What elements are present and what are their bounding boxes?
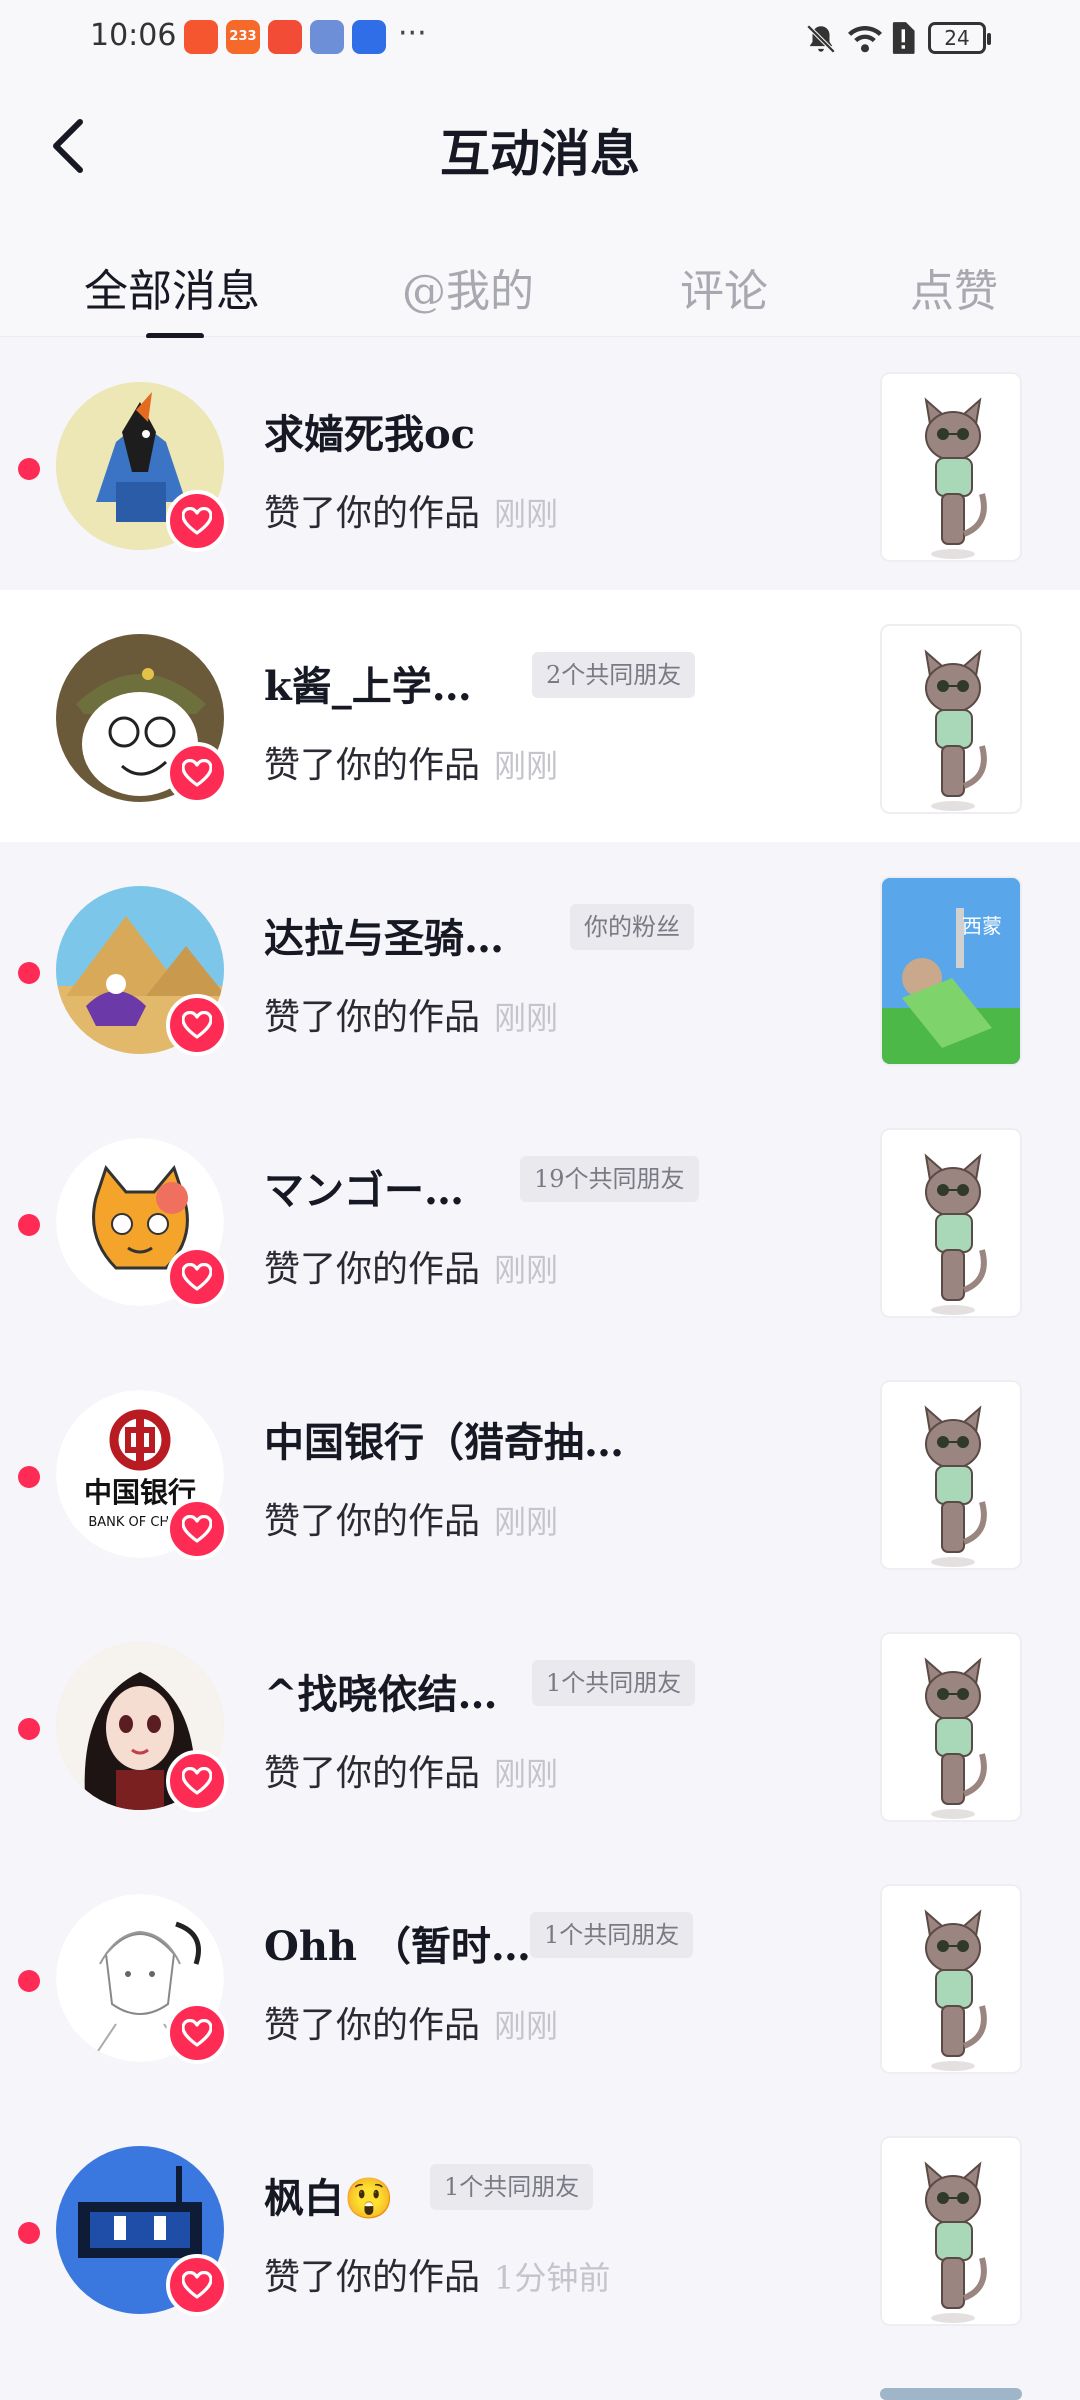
post-thumbnail[interactable]: 西蒙 [880,876,1022,1066]
notification-row[interactable]: 求嫱死我oc 赞了你的作品 刚刚 [0,338,1080,590]
timestamp: 1分钟前 [494,2259,611,2297]
action-text: 赞了你的作品 刚刚 [264,493,559,534]
heart-icon [182,507,212,535]
like-badge [166,490,228,552]
timestamp: 刚刚 [494,495,559,533]
cat-sticker-icon [882,1382,1022,1570]
notification-row[interactable]: 达拉与圣骑… 你的粉丝 赞了你的作品 刚刚 西蒙 [0,842,1080,1094]
cat-sticker-icon [882,1634,1022,1822]
header: 互动消息 [0,80,1080,215]
sim-alert-icon [892,22,915,54]
status-bar: 10:06 233 ··· 24 [0,0,1080,80]
heart-icon [182,1767,212,1795]
heart-icon [182,2271,212,2299]
notification-row[interactable]: ^找晓依结… 1个共同朋友 赞了你的作品 刚刚 [0,1598,1080,1850]
user-name[interactable]: 中国银行（猎奇抽… [264,1410,624,1468]
post-thumbnail[interactable] [880,1632,1022,1822]
relation-tag: 1个共同朋友 [532,1660,696,1706]
taobao-app-icon [268,20,302,54]
heart-icon [182,2019,212,2047]
tab-likes[interactable]: 点赞 [910,255,998,319]
notification-row[interactable]: Ohh （暂时… 1个共同朋友 赞了你的作品 刚刚 [0,1850,1080,2102]
battery-icon: 24 [928,22,991,54]
relation-tag: 2个共同朋友 [532,652,696,698]
tab-bar: 全部消息 @我的 评论 点赞 [0,215,1080,339]
like-badge [166,2254,228,2316]
unread-dot [18,1214,40,1236]
timestamp: 刚刚 [494,999,559,1037]
timestamp: 刚刚 [494,2007,559,2045]
like-badge [166,1750,228,1812]
mute-icon [806,24,836,54]
233-app-icon: 233 [226,20,260,54]
user-name[interactable]: 求嫱死我oc [264,402,475,460]
page-title: 互动消息 [440,124,640,183]
post-thumbnail[interactable] [880,1380,1022,1570]
action-text: 赞了你的作品 刚刚 [264,1249,559,1290]
relation-tag: 19个共同朋友 [520,1156,699,1202]
unread-dot [18,2222,40,2244]
tab-all-messages[interactable]: 全部消息 [84,255,260,319]
cat-sticker-icon [882,1130,1022,1318]
post-thumbnail[interactable] [880,1128,1022,1318]
cat-sticker-icon [882,374,1022,562]
like-badge [166,1246,228,1308]
baidu-app-icon [352,20,386,54]
unread-dot [18,1718,40,1740]
post-thumbnail[interactable] [880,624,1022,814]
notification-row[interactable]: k酱_上学… 2个共同朋友 赞了你的作品 刚刚 [0,590,1080,842]
unread-dot [18,1970,40,1992]
user-name[interactable]: 枫白😲 [264,2166,394,2224]
tab-mentions[interactable]: @我的 [402,255,534,319]
unread-dot [18,1466,40,1488]
relation-tag: 1个共同朋友 [430,2164,594,2210]
heart-icon [182,1263,212,1291]
action-text: 赞了你的作品 刚刚 [264,1501,559,1542]
like-badge [166,994,228,1056]
like-badge [166,742,228,804]
like-badge [166,2002,228,2064]
user-name[interactable]: 达拉与圣骑… [264,906,504,964]
user-name[interactable]: マンゴー… [264,1158,464,1216]
post-thumbnail[interactable] [880,2388,1022,2400]
notification-row[interactable]: 中国银行 BANK OF CHINA 中国银行（猎奇抽… 赞了你的作品 刚刚 [0,1346,1080,1598]
post-thumbnail[interactable] [880,1884,1022,2074]
cat-sticker-icon [882,2138,1022,2326]
tab-comments[interactable]: 评论 [680,255,768,319]
unread-dot [18,458,40,480]
user-name[interactable]: ^找晓依结… [264,1662,498,1720]
like-badge [166,1498,228,1560]
notification-row[interactable]: マンゴー… 19个共同朋友 赞了你的作品 刚刚 [0,1094,1080,1346]
relation-tag: 你的粉丝 [570,904,694,950]
action-text: 赞了你的作品 刚刚 [264,1753,559,1794]
timestamp: 刚刚 [494,1755,559,1793]
action-text: 赞了你的作品 刚刚 [264,997,559,1038]
cat-sticker-icon [882,626,1022,814]
heart-icon [182,1011,212,1039]
action-text: 赞了你的作品 1分钟前 [264,2257,611,2298]
heart-icon [182,759,212,787]
weibo-app-icon [184,20,218,54]
user-name[interactable]: k酱_上学… [264,654,472,712]
post-thumbnail[interactable] [880,372,1022,562]
action-text: 赞了你的作品 刚刚 [264,745,559,786]
wifi-icon [848,26,882,53]
notification-row[interactable] [0,2354,1080,2400]
svg-text:西蒙: 西蒙 [962,914,1002,938]
cat-sticker-icon [882,1886,1022,2074]
relation-tag: 1个共同朋友 [530,1912,694,1958]
post-thumbnail[interactable] [880,2136,1022,2326]
timestamp: 刚刚 [494,747,559,785]
status-time: 10:06 [90,18,177,53]
timestamp: 刚刚 [494,1251,559,1289]
action-text: 赞了你的作品 刚刚 [264,2005,559,2046]
unread-dot [18,962,40,984]
game-scene-icon: 西蒙 [882,878,1020,1064]
notification-row[interactable]: 枫白😲 1个共同朋友 赞了你的作品 1分钟前 [0,2102,1080,2354]
more-notifications-icon: ··· [398,16,427,51]
timestamp: 刚刚 [494,1503,559,1541]
game-app-icon [310,20,344,54]
user-name[interactable]: Ohh （暂时… [264,1914,531,1972]
heart-icon [182,1515,212,1543]
